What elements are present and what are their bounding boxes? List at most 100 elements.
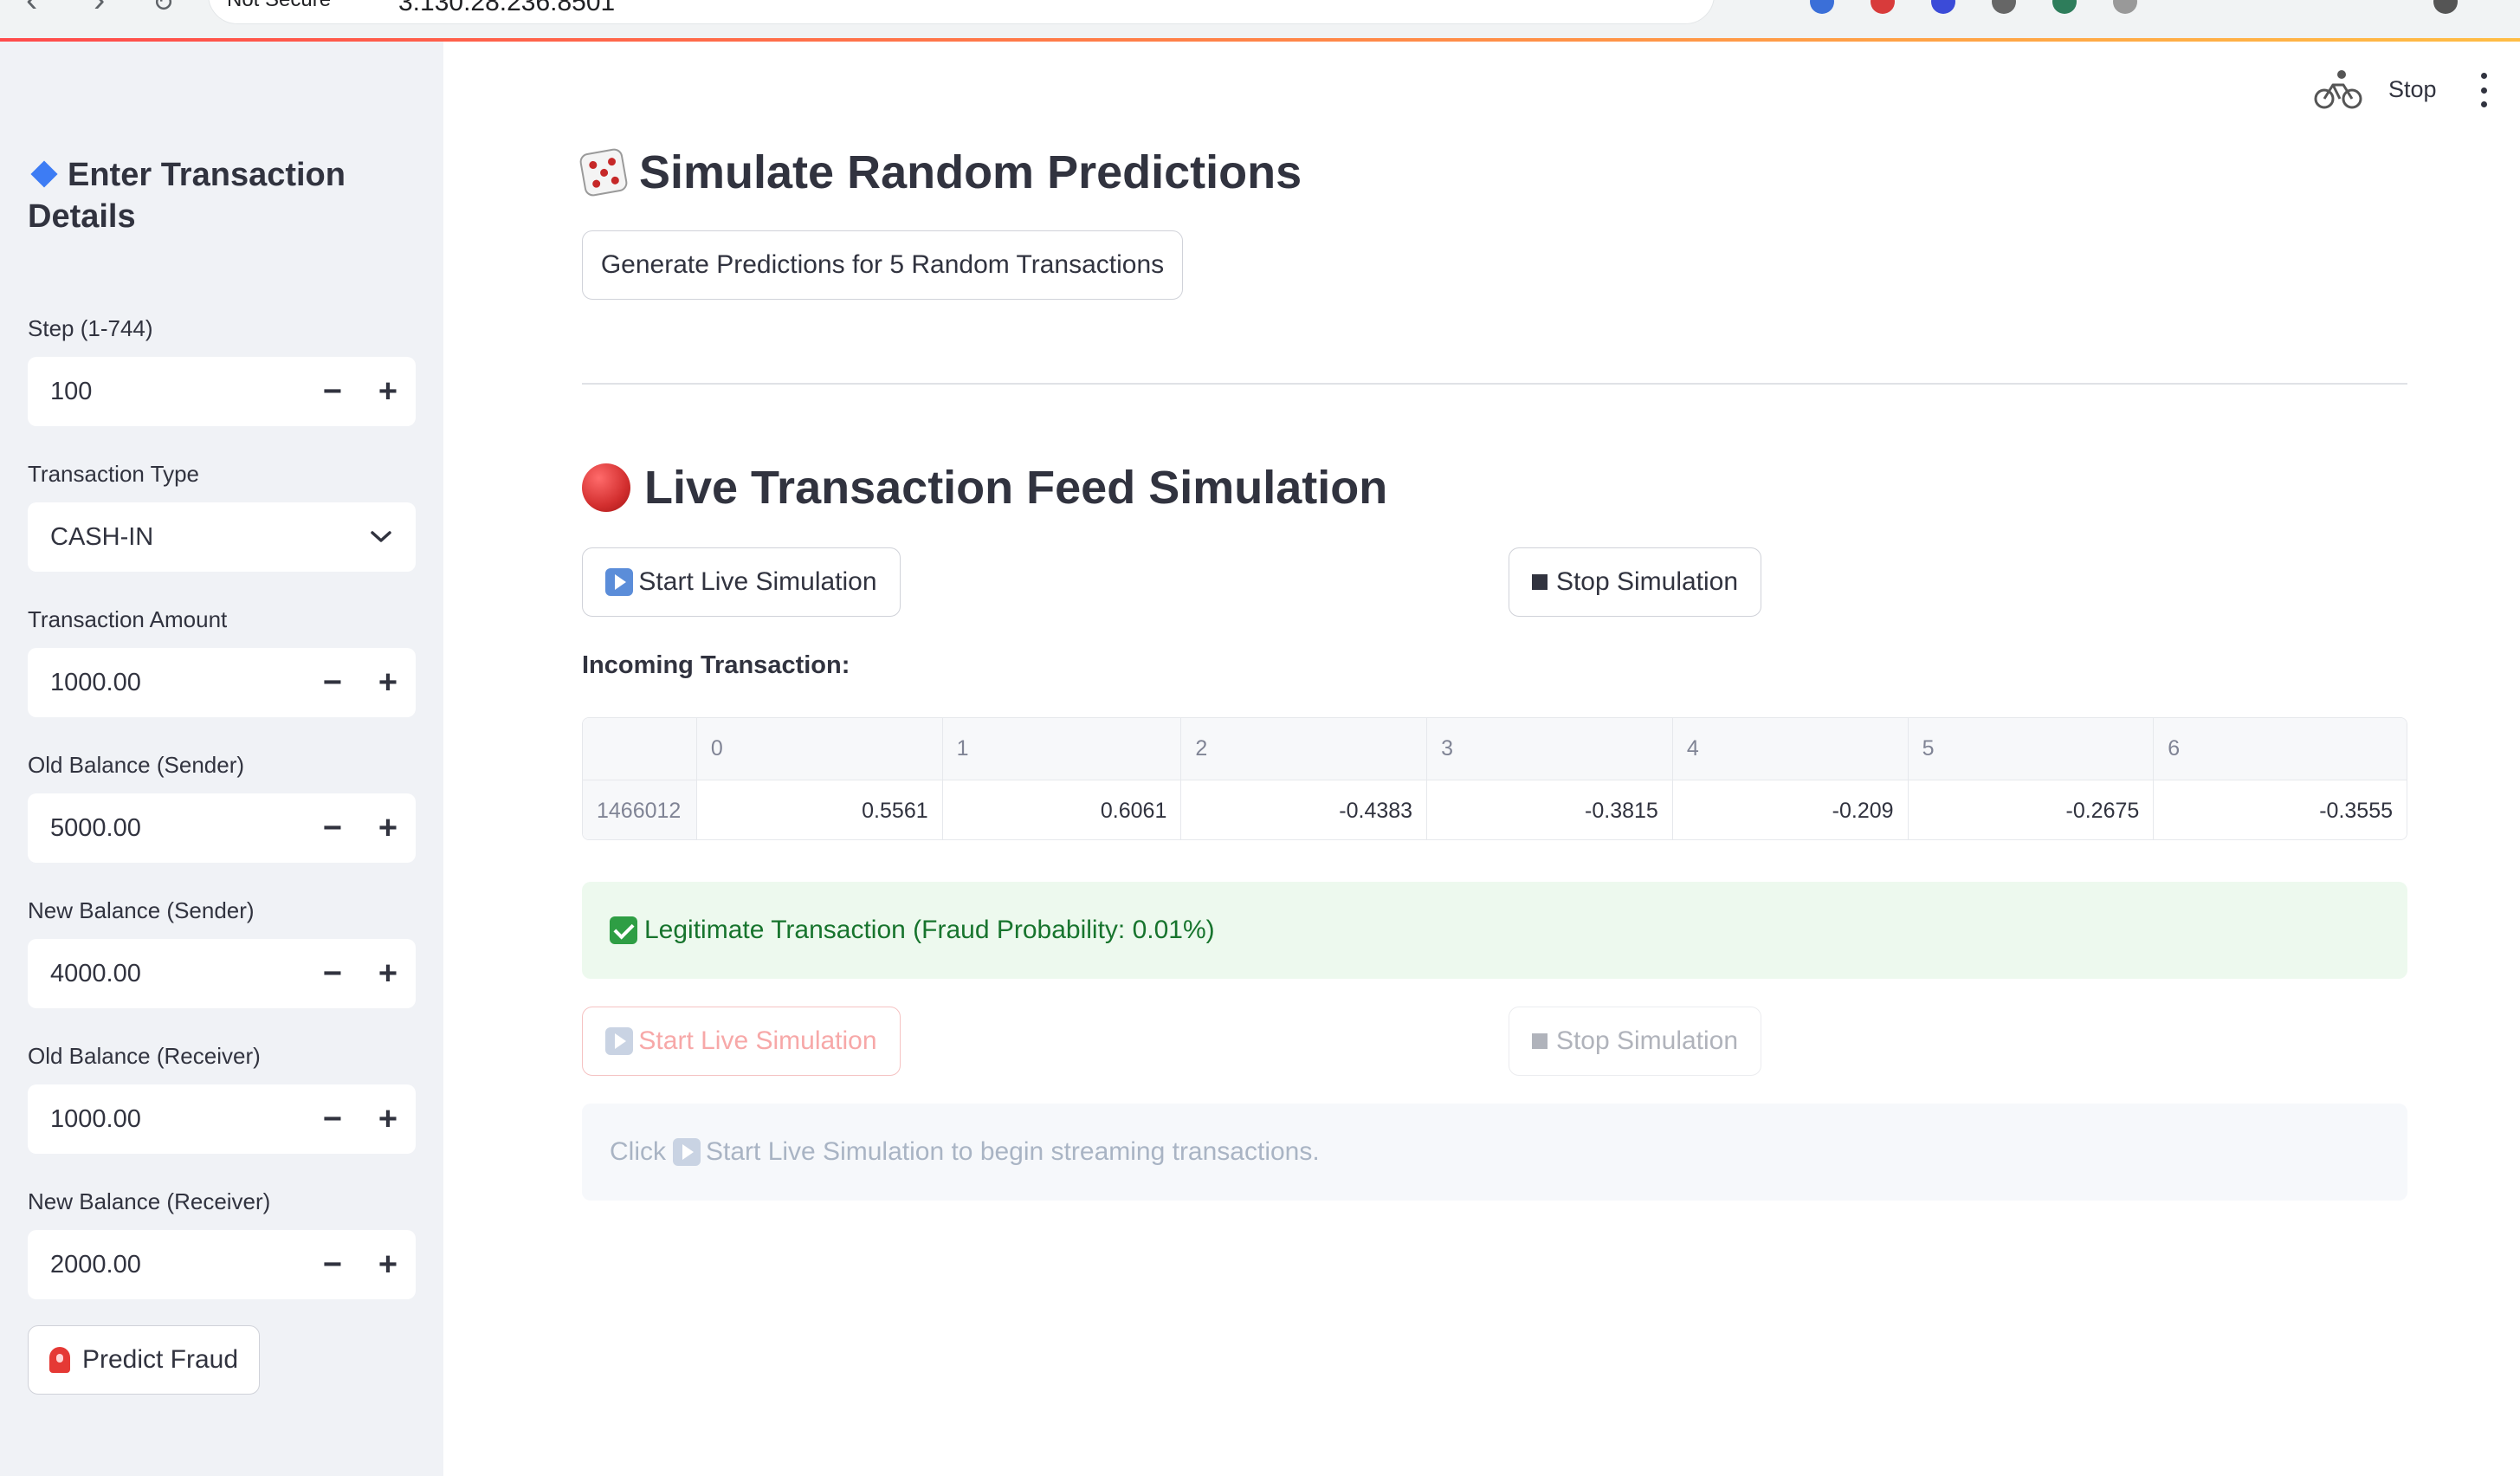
extension-icon[interactable]	[2052, 0, 2077, 14]
step-increment-button[interactable]: +	[360, 357, 416, 426]
new-balance-receiver-increment-button[interactable]: +	[360, 1230, 416, 1299]
old-balance-receiver-value[interactable]: 1000.00	[28, 1105, 305, 1134]
back-icon[interactable]: ‹	[26, 0, 37, 20]
table-header-cell[interactable]: 3	[1427, 718, 1673, 780]
old-balance-sender-increment-button[interactable]: +	[360, 793, 416, 863]
table-header-cell[interactable]: 2	[1181, 718, 1428, 780]
extension-icon[interactable]	[2113, 0, 2137, 14]
new-balance-sender-value[interactable]: 4000.00	[28, 960, 305, 988]
stop-app-button[interactable]: Stop	[2388, 76, 2437, 103]
live-feed-heading: Live Transaction Feed Simulation	[582, 461, 1387, 515]
sidebar-title: Enter Transaction Details	[28, 157, 346, 235]
table-cell[interactable]: -0.2675	[1909, 780, 2155, 839]
blue-diamond-icon	[30, 160, 58, 188]
random-predictions-heading: Simulate Random Predictions	[578, 146, 1302, 199]
generate-predictions-button[interactable]: Generate Predictions for 5 Random Transa…	[582, 230, 1183, 300]
transaction-amount-input[interactable]: 1000.00 − +	[28, 648, 416, 717]
extension-icon[interactable]	[1871, 0, 1895, 14]
info-suffix-text: Start Live Simulation to begin streaming…	[706, 1137, 1320, 1166]
step-value[interactable]: 100	[28, 378, 305, 406]
step-input[interactable]: 100 − +	[28, 357, 416, 426]
table-cell[interactable]: 0.5561	[697, 780, 943, 839]
table-cell[interactable]: -0.3555	[2154, 780, 2407, 839]
stop-simulation-label: Stop Simulation	[1555, 567, 1739, 596]
new-balance-receiver-decrement-button[interactable]: −	[305, 1230, 360, 1299]
transaction-type-label: Transaction Type	[28, 461, 199, 487]
table-cell[interactable]: 0.6061	[943, 780, 1182, 839]
new-balance-sender-input[interactable]: 4000.00 − +	[28, 939, 416, 1008]
extension-icon[interactable]	[1931, 0, 1955, 14]
forward-icon[interactable]: ›	[94, 0, 105, 20]
old-balance-receiver-input[interactable]: 1000.00 − +	[28, 1084, 416, 1154]
new-balance-receiver-label: New Balance (Receiver)	[28, 1188, 271, 1214]
play-icon	[605, 568, 634, 596]
new-balance-sender-label: New Balance (Sender)	[28, 897, 255, 923]
siren-icon	[48, 1347, 70, 1373]
transaction-type-value[interactable]: CASH-IN	[28, 523, 346, 552]
play-icon	[673, 1138, 701, 1166]
start-live-simulation-label: Start Live Simulation	[638, 567, 877, 596]
table-header-cell[interactable]: 1	[943, 718, 1182, 780]
old-balance-receiver-label: Old Balance (Receiver)	[28, 1043, 261, 1069]
incoming-transaction-table[interactable]: 0 1 2 3 4 5 6 1466012 0.5561 0.6061 -0.4…	[582, 717, 2407, 840]
browser-toolbar: ‹ › ↻ Not Secure 3.130.28.236:8501	[0, 0, 2520, 38]
info-prefix-text: Click	[610, 1137, 666, 1166]
table-cell[interactable]: -0.4383	[1181, 780, 1428, 839]
table-header-cell[interactable]: 0	[697, 718, 943, 780]
reload-icon[interactable]: ↻	[152, 0, 174, 18]
amount-increment-button[interactable]: +	[360, 648, 416, 717]
amount-decrement-button[interactable]: −	[305, 648, 360, 717]
table-header-row: 0 1 2 3 4 5 6	[583, 718, 2407, 780]
generate-predictions-label: Generate Predictions for 5 Random Transa…	[600, 250, 1165, 279]
running-bicycle-icon	[2314, 70, 2362, 109]
step-decrement-button[interactable]: −	[305, 357, 360, 426]
table-header-cell[interactable]: 6	[2154, 718, 2407, 780]
transaction-type-select[interactable]: CASH-IN	[28, 502, 416, 572]
stop-simulation-button[interactable]: Stop Simulation	[1509, 547, 1761, 617]
old-balance-receiver-increment-button[interactable]: +	[360, 1084, 416, 1154]
stop-simulation-label: Stop Simulation	[1555, 1026, 1739, 1055]
stop-square-icon	[1531, 1033, 1548, 1049]
prediction-result-alert: Legitimate Transaction (Fraud Probabilit…	[582, 882, 2407, 979]
security-indicator[interactable]: Not Secure	[227, 0, 331, 12]
old-balance-sender-value[interactable]: 5000.00	[28, 814, 305, 843]
profile-avatar[interactable]	[2433, 0, 2458, 14]
table-cell[interactable]: -0.3815	[1427, 780, 1673, 839]
new-balance-sender-decrement-button[interactable]: −	[305, 939, 360, 1008]
start-live-simulation-button-disabled[interactable]: Start Live Simulation	[582, 1007, 901, 1076]
new-balance-receiver-value[interactable]: 2000.00	[28, 1251, 305, 1279]
table-header-cell	[583, 718, 697, 780]
old-balance-sender-label: Old Balance (Sender)	[28, 752, 245, 778]
transaction-amount-value[interactable]: 1000.00	[28, 669, 305, 697]
transaction-amount-label: Transaction Amount	[28, 606, 228, 632]
table-header-cell[interactable]: 5	[1909, 718, 2155, 780]
new-balance-receiver-input[interactable]: 2000.00 − +	[28, 1230, 416, 1299]
section-divider	[582, 383, 2407, 385]
extension-icon[interactable]	[1810, 0, 1834, 14]
table-cell[interactable]: -0.209	[1673, 780, 1909, 839]
old-balance-sender-input[interactable]: 5000.00 − +	[28, 793, 416, 863]
stop-square-icon	[1531, 574, 1548, 590]
old-balance-receiver-decrement-button[interactable]: −	[305, 1084, 360, 1154]
game-die-icon	[578, 147, 629, 197]
main-menu-icon[interactable]	[2478, 73, 2489, 107]
predict-fraud-label: Predict Fraud	[81, 1345, 239, 1374]
stop-simulation-button-disabled[interactable]: Stop Simulation	[1509, 1007, 1761, 1076]
step-label: Step (1-744)	[28, 315, 153, 341]
play-icon	[605, 1027, 634, 1055]
old-balance-sender-decrement-button[interactable]: −	[305, 793, 360, 863]
simulation-info-message: Click Start Live Simulation to begin str…	[582, 1104, 2407, 1201]
table-row: 1466012 0.5561 0.6061 -0.4383 -0.3815 -0…	[583, 780, 2407, 839]
start-live-simulation-button[interactable]: Start Live Simulation	[582, 547, 901, 617]
table-header-cell[interactable]: 4	[1673, 718, 1909, 780]
chevron-down-icon[interactable]	[346, 502, 416, 572]
predict-fraud-button[interactable]: Predict Fraud	[28, 1325, 260, 1395]
extension-icon[interactable]	[1992, 0, 2016, 14]
new-balance-sender-increment-button[interactable]: +	[360, 939, 416, 1008]
table-row-index: 1466012	[583, 780, 697, 839]
start-live-simulation-label: Start Live Simulation	[638, 1026, 877, 1055]
check-mark-icon	[610, 916, 637, 944]
prediction-result-text: Legitimate Transaction (Fraud Probabilit…	[644, 916, 1215, 944]
incoming-transaction-label: Incoming Transaction:	[582, 651, 850, 679]
url-text[interactable]: 3.130.28.236:8501	[398, 0, 615, 17]
